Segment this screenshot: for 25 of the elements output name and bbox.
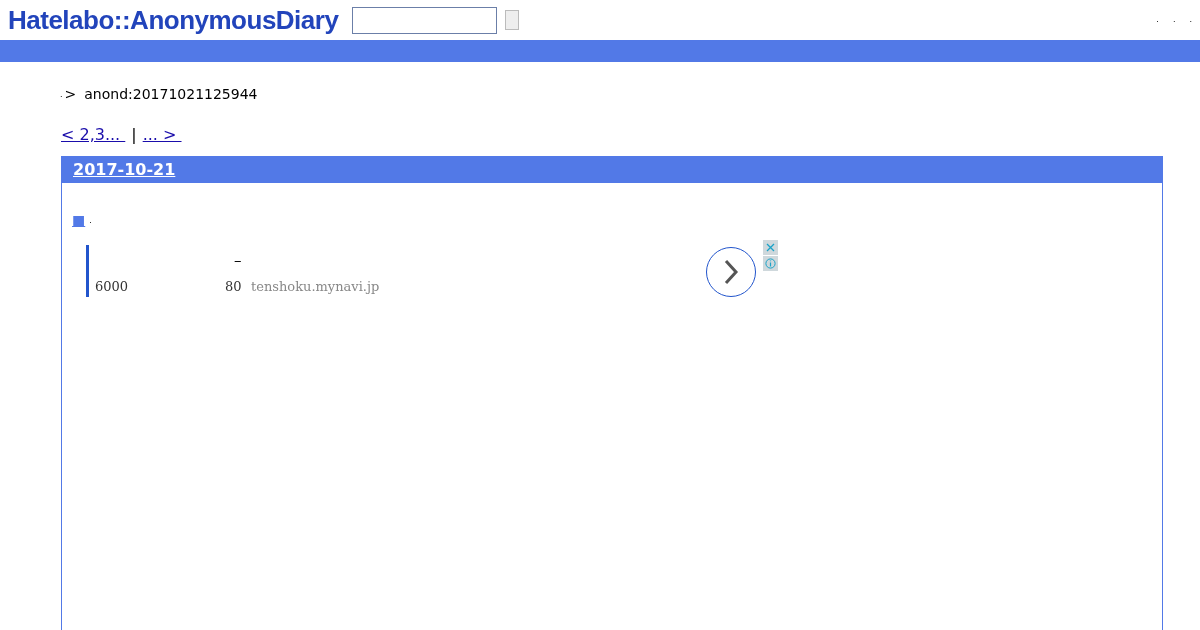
close-icon [766, 243, 775, 252]
info-button[interactable] [763, 256, 778, 271]
ad-number: 80 [225, 278, 242, 296]
ad-next-button[interactable] [706, 247, 756, 297]
section-link[interactable]: ■ [72, 213, 86, 227]
search-field[interactable] [352, 6, 498, 34]
header-link[interactable]: . [1189, 14, 1192, 26]
chevron-right-icon [723, 259, 739, 285]
header-link[interactable]: . [1172, 14, 1176, 26]
site-logo[interactable]: Hatelabo::AnonymousDiary [8, 7, 339, 33]
ad-dash: – [234, 250, 242, 271]
info-icon [765, 258, 776, 269]
prev-link[interactable]: < 2,3... [61, 123, 126, 147]
ad-price: 6000 [95, 278, 129, 296]
breadcrumb-separator: > [64, 85, 77, 104]
search-button[interactable] [505, 10, 520, 30]
next-link[interactable]: ... > [142, 123, 182, 147]
breadcrumb-current: anond:20171021125944 [84, 85, 258, 104]
pager-divider: | [131, 124, 137, 146]
header-link[interactable]: . [1156, 14, 1159, 26]
date-link[interactable]: 2017-10-21 [73, 158, 176, 182]
home-link[interactable]: . [60, 88, 63, 101]
ad-domain: tenshoku.mynavi.jp [251, 278, 380, 296]
close-button[interactable] [763, 240, 778, 255]
section-title: . [89, 215, 92, 227]
